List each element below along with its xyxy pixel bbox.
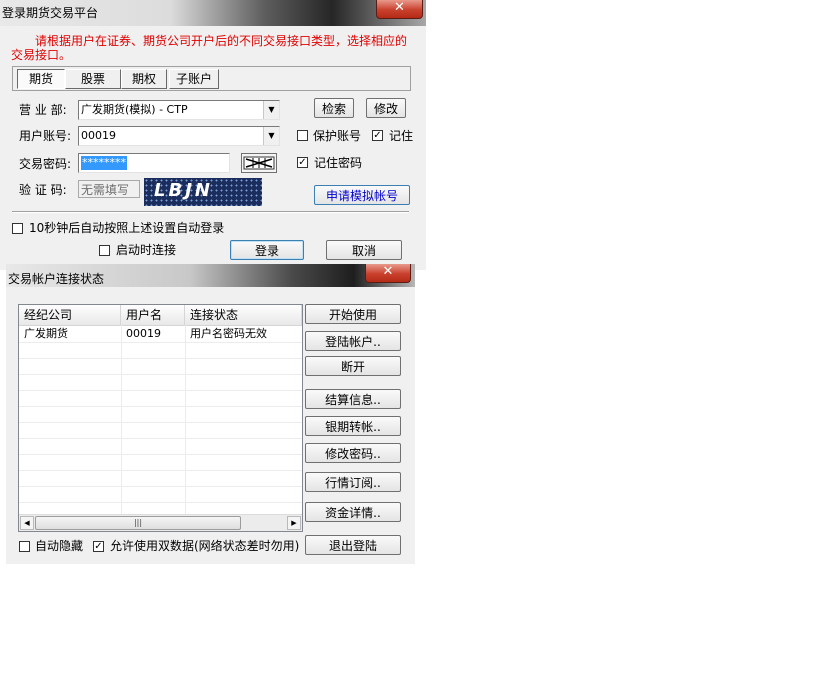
row-divider	[19, 502, 302, 503]
search-button[interactable]: 检索	[314, 98, 354, 118]
tab-sub-account[interactable]: 子账户	[169, 69, 219, 89]
row-divider	[19, 374, 302, 375]
account-select[interactable]: 00019 ▼	[78, 126, 280, 146]
separator	[12, 211, 409, 213]
remember-account-checkbox[interactable]: ✓	[372, 130, 383, 141]
dual-data-label: 允许使用双数据(网络状态差时勿用)	[110, 539, 300, 553]
login-button[interactable]: 登录	[230, 240, 304, 260]
cell-status: 用户名密码无效	[190, 327, 267, 340]
cell-username: 00019	[126, 327, 161, 340]
remember-password-label: 记住密码	[314, 156, 363, 170]
modify-button[interactable]: 修改	[366, 98, 406, 118]
branch-select[interactable]: 广发期货(模拟) - CTP ▼	[78, 100, 280, 120]
row-divider	[19, 358, 302, 359]
column-header-username[interactable]: 用户名	[121, 305, 185, 325]
interface-tab-bar: 期货 股票 期权 子账户	[12, 66, 411, 91]
dual-data-checkbox[interactable]: ✓	[93, 541, 104, 552]
row-divider	[19, 470, 302, 471]
close-icon: ✕	[382, 264, 394, 279]
remember-account-label: 记住	[389, 129, 414, 143]
change-password-button[interactable]: 修改密码..	[305, 443, 401, 463]
auto-hide-label: 自动隐藏	[35, 539, 84, 553]
captcha-input[interactable]: 无需填写	[78, 180, 140, 198]
cell-broker: 广发期货	[24, 327, 68, 340]
apply-demo-account-button[interactable]: 申请模拟帐号	[314, 185, 410, 205]
login-window-title: 登录期货交易平台	[2, 6, 99, 20]
password-field[interactable]: ********	[78, 153, 230, 173]
scroll-left-icon[interactable]: ◀	[20, 516, 34, 530]
account-label: 用户账号:	[19, 129, 72, 143]
account-value: 00019	[81, 129, 116, 142]
logout-button[interactable]: 退出登陆	[305, 535, 401, 555]
column-header-broker[interactable]: 经纪公司	[19, 305, 121, 325]
column-header-status[interactable]: 连接状态	[185, 305, 302, 325]
scroll-thumb[interactable]: |||	[35, 516, 241, 530]
auto-login-label: 10秒钟后自动按照上述设置自动登录	[29, 221, 225, 235]
branch-value: 广发期货(模拟) - CTP	[81, 103, 188, 116]
status-close-button[interactable]: ✕	[365, 264, 411, 283]
connect-on-start-label: 启动时连接	[116, 243, 177, 257]
captcha-image[interactable]: LBJN	[144, 178, 262, 206]
status-title-bar[interactable]: 交易帐户连接状态 ✕	[6, 264, 415, 287]
market-subscribe-button[interactable]: 行情订阅..	[305, 472, 401, 492]
fund-details-button[interactable]: 资金详情..	[305, 502, 401, 522]
tab-stocks[interactable]: 股票	[65, 69, 121, 89]
connect-on-start-checkbox[interactable]	[99, 245, 110, 256]
horizontal-scrollbar[interactable]: ◀ ||| ▶	[19, 514, 302, 531]
tab-options[interactable]: 期权	[121, 69, 167, 89]
row-divider	[19, 454, 302, 455]
captcha-label: 验 证 码:	[19, 183, 67, 197]
password-label: 交易密码:	[19, 157, 72, 171]
start-use-button[interactable]: 开始使用	[305, 304, 401, 324]
connection-status-window: 交易帐户连接状态 ✕ 经纪公司 用户名 连接状态 广发期货 00019 用户名密…	[6, 264, 415, 564]
table-header: 经纪公司 用户名 连接状态	[19, 305, 302, 326]
interface-notice: 请根据用户在证券、期货公司开户后的不同交易接口类型，选择相应的交易接口。	[11, 34, 408, 62]
close-icon: ✕	[394, 0, 405, 15]
protect-account-checkbox[interactable]	[297, 130, 308, 141]
row-divider	[19, 406, 302, 407]
login-title-bar[interactable]: 登录期货交易平台 ✕	[0, 0, 426, 26]
chevron-down-icon[interactable]: ▼	[263, 101, 279, 119]
row-divider	[19, 342, 302, 343]
settlement-info-button[interactable]: 结算信息..	[305, 389, 401, 409]
status-window-title: 交易帐户连接状态	[8, 272, 105, 286]
login-close-button[interactable]: ✕	[376, 0, 423, 19]
auto-hide-checkbox[interactable]	[19, 541, 30, 552]
password-value: ********	[81, 156, 127, 170]
tab-futures[interactable]: 期货	[17, 69, 65, 89]
keyboard-icon[interactable]	[241, 153, 277, 173]
bank-transfer-button[interactable]: 银期转帐..	[305, 416, 401, 436]
remember-password-checkbox[interactable]: ✓	[297, 157, 308, 168]
login-window: 登录期货交易平台 ✕ 请根据用户在证券、期货公司开户后的不同交易接口类型，选择相…	[0, 0, 426, 270]
scroll-right-icon[interactable]: ▶	[287, 516, 301, 530]
login-account-button[interactable]: 登陆帐户..	[305, 331, 401, 351]
disconnect-button[interactable]: 断开	[305, 356, 401, 376]
row-divider	[19, 486, 302, 487]
row-divider	[19, 390, 302, 391]
chevron-down-icon[interactable]: ▼	[263, 127, 279, 145]
auto-login-checkbox[interactable]	[12, 223, 23, 234]
branch-label: 营 业 部:	[19, 103, 67, 117]
row-divider	[19, 438, 302, 439]
protect-account-label: 保护账号	[313, 129, 362, 143]
captcha-code: LBJN	[154, 180, 213, 201]
connection-table: 经纪公司 用户名 连接状态 广发期货 00019 用户名密码无效 ◀ ||| ▶	[18, 304, 303, 532]
row-divider	[19, 422, 302, 423]
cancel-button[interactable]: 取消	[326, 240, 402, 260]
